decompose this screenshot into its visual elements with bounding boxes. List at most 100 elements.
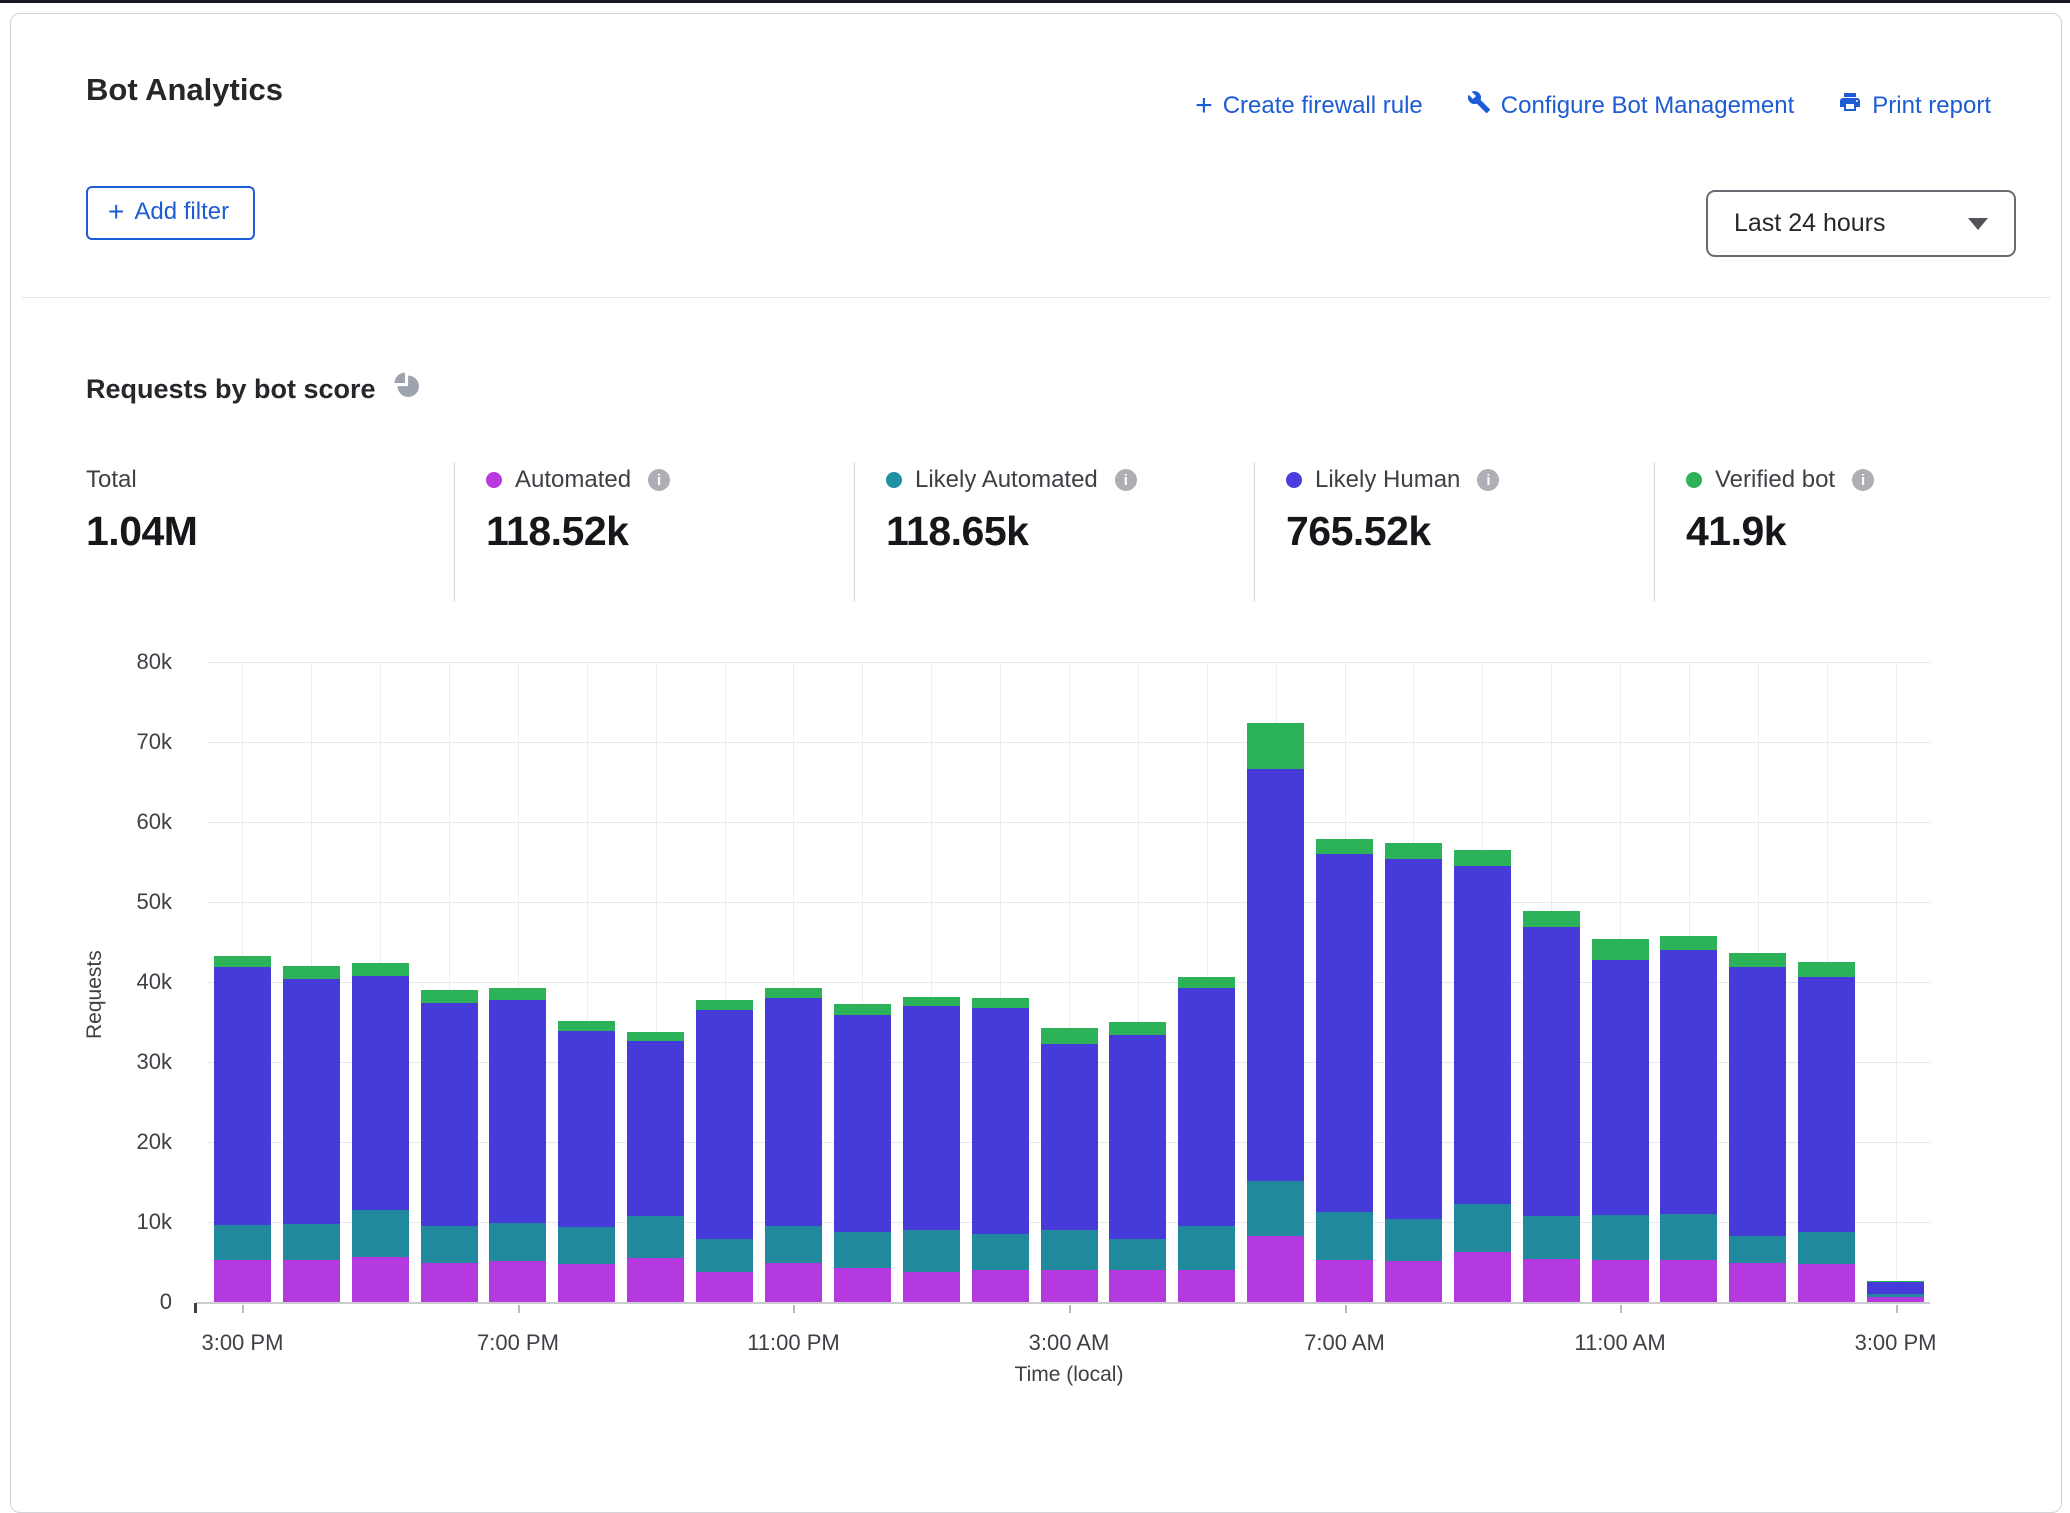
header-action-label: Create firewall rule [1223, 92, 1423, 120]
stacked-bar-hour-9[interactable] [834, 1004, 891, 1302]
info-icon[interactable]: i [648, 469, 670, 491]
bar-segment-verified-bot [214, 956, 271, 967]
bar-segment-automated [1316, 1260, 1373, 1302]
bar-segment-likely-human [1798, 977, 1855, 1232]
stacked-bar-hour-10[interactable] [903, 997, 960, 1302]
info-icon[interactable]: i [1852, 469, 1874, 491]
stacked-bar-hour-20[interactable] [1592, 939, 1649, 1302]
bar-segment-verified-bot [352, 963, 409, 977]
stacked-bar-hour-22[interactable] [1729, 953, 1786, 1302]
stacked-bar-hour-5[interactable] [558, 1021, 615, 1302]
stacked-bar-hour-13[interactable] [1109, 1022, 1166, 1302]
bar-segment-likely-human [1316, 854, 1373, 1212]
stacked-bar-hour-23[interactable] [1798, 962, 1855, 1302]
bar-segment-likely-automated [1109, 1239, 1166, 1270]
stat-value: 1.04M [86, 508, 446, 555]
stacked-bar-hour-0[interactable] [214, 956, 271, 1302]
stacked-bar-hour-2[interactable] [352, 963, 409, 1302]
stacked-bar-hour-16[interactable] [1316, 839, 1373, 1302]
stat-verified-bot: Verified boti41.9k [1686, 466, 2046, 555]
bar-segment-likely-automated [1454, 1204, 1511, 1251]
bar-segment-verified-bot [421, 990, 478, 1003]
legend-dot-icon [1286, 472, 1302, 488]
bar-segment-likely-human [765, 998, 822, 1226]
bar-segment-verified-bot [765, 988, 822, 998]
bar-segment-likely-automated [834, 1232, 891, 1267]
bar-segment-likely-human [1041, 1044, 1098, 1230]
stacked-bar-hour-19[interactable] [1523, 911, 1580, 1302]
x-tick-label: 3:00 AM [1009, 1330, 1129, 1356]
stat-label-text: Automated [515, 466, 631, 494]
bar-segment-automated [627, 1258, 684, 1302]
x-tick-label: 3:00 PM [1836, 1330, 1956, 1356]
stacked-bar-hour-11[interactable] [972, 998, 1029, 1302]
bar-segment-automated [421, 1263, 478, 1302]
x-axis-tick [518, 1305, 520, 1313]
y-tick-label: 80k [102, 649, 172, 675]
x-tick-label: 3:00 PM [182, 1330, 302, 1356]
bar-segment-likely-human [283, 979, 340, 1224]
stacked-bar-hour-15[interactable] [1247, 723, 1304, 1302]
bar-segment-likely-human [421, 1003, 478, 1226]
stacked-bar-hour-12[interactable] [1041, 1028, 1098, 1302]
time-range-select[interactable]: Last 24 hours [1706, 190, 2016, 257]
info-icon[interactable]: i [1115, 469, 1137, 491]
bar-segment-verified-bot [1592, 939, 1649, 961]
bar-segment-likely-human [1592, 960, 1649, 1214]
stacked-bar-hour-4[interactable] [489, 988, 546, 1302]
wrench-icon [1467, 90, 1491, 121]
stacked-bar-hour-3[interactable] [421, 990, 478, 1302]
bar-segment-likely-automated [214, 1225, 271, 1260]
stacked-bar-hour-14[interactable] [1178, 977, 1235, 1302]
bar-segment-verified-bot [1523, 911, 1580, 927]
bar-segment-automated [765, 1263, 822, 1302]
x-axis-tick [1069, 1305, 1071, 1313]
bar-segment-verified-bot [558, 1021, 615, 1031]
bar-segment-likely-automated [421, 1226, 478, 1263]
stacked-bar-hour-17[interactable] [1385, 843, 1442, 1302]
stacked-bar-hour-24[interactable] [1867, 1281, 1924, 1302]
stat-divider [1654, 462, 1655, 602]
bar-segment-likely-automated [1798, 1232, 1855, 1263]
y-axis-zero-tick [194, 1303, 197, 1313]
x-tick-label: 7:00 AM [1285, 1330, 1405, 1356]
x-axis-tick [793, 1305, 795, 1313]
stacked-bar-hour-6[interactable] [627, 1032, 684, 1302]
stat-label-text: Likely Human [1315, 466, 1460, 494]
bar-segment-likely-human [1454, 866, 1511, 1204]
stat-value: 41.9k [1686, 508, 2046, 555]
header-action-label: Print report [1872, 92, 1991, 120]
bar-segment-verified-bot [1178, 977, 1235, 988]
bar-segment-automated [1178, 1270, 1235, 1302]
stat-total: Total1.04M [86, 466, 446, 555]
header-action-print-report[interactable]: Print report [1838, 90, 1991, 121]
stacked-bar-hour-18[interactable] [1454, 850, 1511, 1302]
bar-segment-verified-bot [903, 997, 960, 1006]
bar-segment-likely-automated [1729, 1236, 1786, 1262]
bar-segment-likely-human [489, 1000, 546, 1223]
x-axis-tick [1896, 1305, 1898, 1313]
header-action-configure-bot-management[interactable]: Configure Bot Management [1467, 90, 1795, 121]
bar-segment-likely-automated [1592, 1215, 1649, 1261]
bar-segment-automated [903, 1272, 960, 1302]
bar-segment-automated [1660, 1260, 1717, 1302]
bar-segment-likely-human [352, 976, 409, 1210]
bar-segment-automated [1385, 1261, 1442, 1302]
info-icon[interactable]: i [1477, 469, 1499, 491]
bar-segment-automated [214, 1260, 271, 1302]
gridline-vertical [1896, 662, 1897, 1302]
header-action-create-firewall-rule[interactable]: +Create firewall rule [1195, 92, 1423, 120]
bar-segment-likely-automated [489, 1223, 546, 1261]
stacked-bar-hour-21[interactable] [1660, 936, 1717, 1302]
bar-segment-likely-automated [1041, 1230, 1098, 1270]
header-actions: +Create firewall rule Configure Bot Manag… [1195, 90, 1991, 121]
add-filter-button[interactable]: + Add filter [86, 186, 255, 240]
stat-label-row: Likely Human i [1286, 466, 1646, 494]
stacked-bar-hour-7[interactable] [696, 1000, 753, 1302]
stacked-bar-hour-1[interactable] [283, 966, 340, 1302]
bar-segment-likely-automated [1316, 1212, 1373, 1260]
chart-section-title-text: Requests by bot score [86, 374, 376, 405]
bar-segment-verified-bot [1660, 936, 1717, 950]
bar-segment-automated [1454, 1252, 1511, 1302]
stacked-bar-hour-8[interactable] [765, 988, 822, 1302]
